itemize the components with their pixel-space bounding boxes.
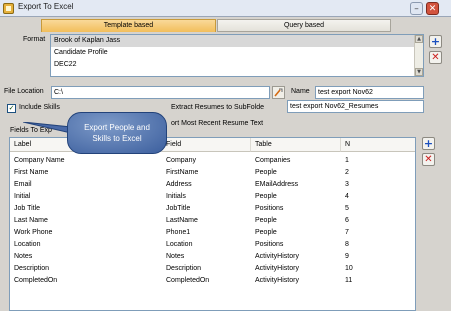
cell-label: Last Name	[14, 217, 48, 224]
cell-n: 6	[345, 217, 349, 224]
column-header-table[interactable]: Table	[251, 138, 341, 152]
cell-label: Email	[14, 181, 32, 188]
cell-label: Notes	[14, 253, 33, 260]
cell-field: JobTitle	[166, 205, 191, 212]
callout-bubble: Export People and Skills to Excel	[67, 112, 167, 154]
extract-resumes-label: Extract Resumes to SubFolde	[171, 104, 264, 111]
delete-icon: ✕	[424, 154, 433, 165]
scroll-up-icon[interactable]: ▲	[415, 35, 423, 43]
cell-field: FirstName	[166, 169, 199, 176]
cell-label: First Name	[14, 169, 49, 176]
cell-label: Work Phone	[14, 229, 53, 236]
cell-field: CompletedOn	[166, 277, 210, 284]
cell-n: 5	[345, 205, 349, 212]
cell-n: 9	[345, 253, 349, 260]
cell-table: People	[255, 193, 277, 200]
app-icon	[3, 3, 14, 14]
file-location-input[interactable]: C:\	[51, 86, 270, 99]
cell-field: Initials	[166, 193, 186, 200]
cell-n: 11	[345, 277, 353, 284]
include-skills-label: Include Skills	[19, 104, 60, 111]
minimize-button[interactable]: –	[410, 2, 423, 15]
cell-field: LastName	[166, 217, 198, 224]
cell-field: Location	[166, 241, 193, 248]
cell-field: Description	[166, 265, 202, 272]
name-input[interactable]: test export Nov62	[315, 86, 424, 99]
table-row[interactable]: First Name FirstName People 2	[10, 167, 415, 178]
cell-n: 3	[345, 181, 349, 188]
tab-query-based[interactable]: Query based	[217, 19, 391, 32]
table-row[interactable]: CompletedOn CompletedOn ActivityHistory 11	[10, 275, 415, 286]
cell-n: 4	[345, 193, 349, 200]
cell-label: Initial	[14, 193, 31, 200]
window-title: Export To Excel	[18, 2, 74, 11]
cell-label: Job Title	[14, 205, 41, 212]
cell-table: ActivityHistory	[255, 253, 299, 260]
callout-pointer	[23, 122, 72, 134]
plus-icon: +	[423, 137, 434, 150]
cell-field: Notes	[166, 253, 185, 260]
cell-table: People	[255, 217, 277, 224]
table-row[interactable]: Description Description ActivityHistory 10	[10, 263, 415, 274]
cell-n: 1	[345, 157, 349, 164]
cell-table: EMailAddress	[255, 181, 299, 188]
column-header-n[interactable]: N	[341, 138, 415, 152]
cell-table: People	[255, 229, 277, 236]
add-format-button[interactable]: +	[429, 35, 442, 48]
table-row[interactable]: Job Title JobTitle Positions 5	[10, 203, 415, 214]
callout-line-1: Export People and	[84, 123, 150, 132]
cell-label: CompletedOn	[14, 277, 58, 284]
include-skills-checkbox[interactable]: ✓	[7, 104, 16, 113]
table-row[interactable]: Last Name LastName People 6	[10, 215, 415, 226]
folder-browse-icon	[274, 88, 283, 97]
table-row[interactable]: Work Phone Phone1 People 7	[10, 227, 415, 238]
column-header-field[interactable]: Field	[162, 138, 251, 152]
plus-icon: +	[430, 35, 441, 48]
add-field-button[interactable]: +	[422, 137, 435, 150]
cell-field: Company	[166, 157, 196, 164]
most-recent-resume-label: ort Most Recent Resume Text	[171, 120, 264, 127]
delete-icon: ✕	[431, 52, 440, 63]
format-item[interactable]: Candidate Profile	[51, 47, 423, 59]
check-icon: ✓	[8, 104, 15, 112]
callout-line-2: Skills to Excel	[92, 134, 142, 143]
delete-format-button[interactable]: ✕	[429, 51, 442, 64]
table-row[interactable]: Location Location Positions 8	[10, 239, 415, 250]
cell-n: 10	[345, 265, 353, 272]
cell-field: Address	[166, 181, 192, 188]
cell-n: 7	[345, 229, 349, 236]
cell-n: 2	[345, 169, 349, 176]
delete-field-button[interactable]: ✕	[422, 153, 435, 166]
format-item[interactable]: DEC22	[51, 59, 423, 71]
table-row[interactable]: Email Address EMailAddress 3	[10, 179, 415, 190]
fields-table[interactable]: Label Field Table N Company Name Company C…	[9, 137, 416, 311]
table-row[interactable]: Notes Notes ActivityHistory 9	[10, 251, 415, 262]
format-list[interactable]: Brook of Kaplan Jass Candidate Profile D…	[50, 34, 424, 77]
table-row[interactable]: Initial Initials People 4	[10, 191, 415, 202]
name-label: Name	[291, 88, 310, 95]
cell-field: Phone1	[166, 229, 191, 236]
cell-label: Company Name	[14, 157, 65, 164]
format-item[interactable]: Brook of Kaplan Jass	[51, 35, 423, 47]
cell-label: Location	[14, 241, 41, 248]
browse-button[interactable]	[272, 86, 285, 99]
scroll-down-icon[interactable]: ▼	[415, 68, 423, 76]
resume-subfolder-input[interactable]: test export Nov62_Resumes	[287, 100, 424, 113]
title-bar: Export To Excel – ✕	[0, 0, 451, 17]
cell-table: Companies	[255, 157, 291, 164]
cell-table: ActivityHistory	[255, 277, 299, 284]
tab-template-based[interactable]: Template based	[41, 19, 216, 32]
cell-table: Positions	[255, 205, 284, 212]
cell-table: ActivityHistory	[255, 265, 299, 272]
cell-n: 8	[345, 241, 349, 248]
cell-table: People	[255, 169, 277, 176]
format-label: Format	[23, 36, 46, 43]
cell-label: Description	[14, 265, 50, 272]
cell-table: Positions	[255, 241, 284, 248]
format-scrollbar[interactable]: ▲ ▼	[414, 35, 423, 76]
table-row[interactable]: Company Name Company Companies 1	[10, 155, 415, 166]
close-button[interactable]: ✕	[426, 2, 439, 15]
file-location-label: File Location	[4, 88, 44, 95]
